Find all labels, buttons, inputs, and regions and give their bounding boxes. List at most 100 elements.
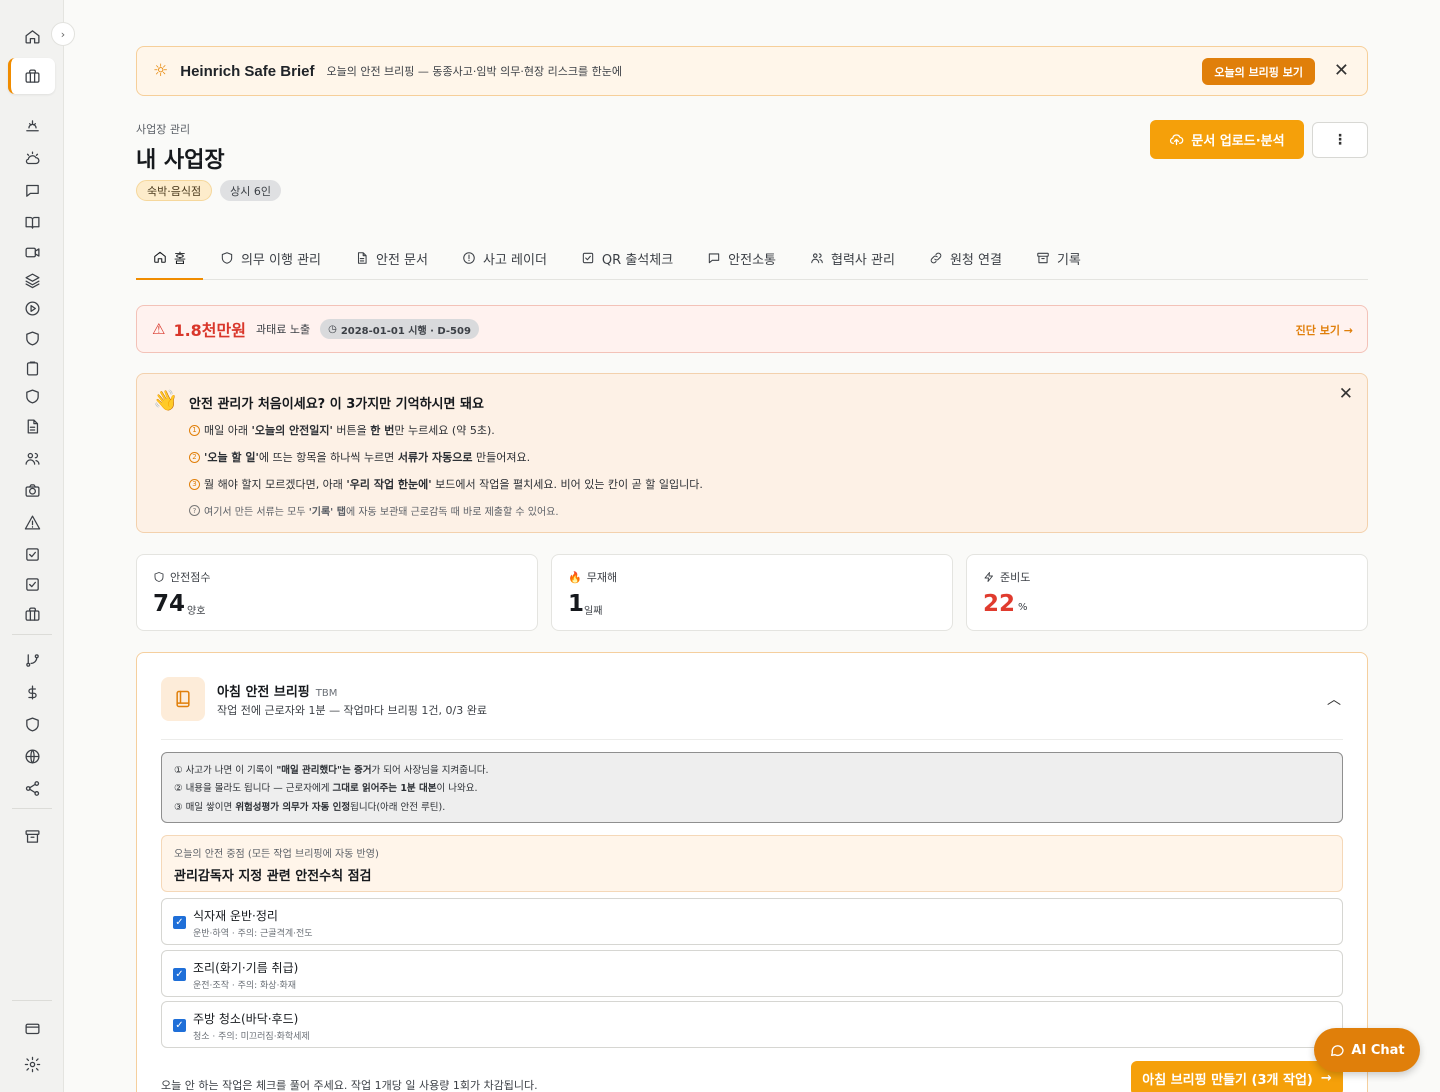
upload-button-label: 문서 업로드·분석 [1191,134,1285,149]
safety-focus-box: 오늘의 안전 중점 (모든 작업 브리핑에 자동 반영) 관리감독자 지정 관련… [161,835,1343,892]
task-item[interactable]: ✓ 조리(화기·기름 취급) 운전·조작 · 주의: 화상·화재 [161,950,1343,997]
stat-label: 무재해 [586,571,618,584]
ai-chat-label: AI Chat [1351,1042,1405,1058]
sidebar-collapse-button[interactable]: › [51,22,75,46]
stat-value: 74 [153,591,186,617]
workplace-tags: 숙박·음식점 상시 6인 [136,180,281,201]
globe-icon[interactable] [20,744,44,768]
onboarding-step: 2 '오늘 할 일'에 뜨는 항목을 하나씩 누르면 서류가 자동으로 만들어져… [189,449,530,465]
step-number: 3 [189,478,200,490]
alert-circle-icon [463,252,475,264]
briefing-info-box: ① 사고가 나면 이 기록이 "매일 관리했다"는 증거가 되어 사장님을 지켜… [161,752,1343,823]
video-icon[interactable] [20,240,44,264]
users-icon [811,253,823,264]
task-name: 조리(화기·기름 취급) [193,961,299,975]
task-checkbox[interactable]: ✓ [173,1019,186,1032]
tab-home[interactable]: 홈 [136,236,203,280]
share-icon[interactable] [20,776,44,800]
tab-qr-attendance[interactable]: QR 출석체크 [564,236,690,280]
check-square-icon[interactable] [20,572,44,596]
divider [161,739,1343,740]
onboarding-note: ? 여기서 만든 서류는 모두 '기록' 탭에 자동 보관돼 근로감독 때 바로… [189,503,559,518]
check-square-icon[interactable] [20,542,44,566]
deadline-pill: ◷ 2028-01-01 시행 · D-509 [320,319,479,339]
industry-tag: 숙박·음식점 [136,180,213,201]
message-icon [708,253,720,264]
safety-score-card[interactable]: 안전점수 74 양호 [136,554,538,631]
readiness-card[interactable]: 준비도 22 % [966,554,1368,631]
gear-icon[interactable] [20,1052,44,1076]
accident-free-card[interactable]: 🔥 무재해 1 일째 [551,554,953,631]
upload-analyze-button[interactable]: 문서 업로드·분석 [1150,120,1304,159]
task-checkbox[interactable]: ✓ [173,968,186,981]
shield-icon [154,572,164,582]
tab-safety-communication[interactable]: 안전소통 [690,236,793,280]
dollar-icon[interactable] [20,680,44,704]
git-branch-icon[interactable] [20,648,44,672]
tab-label: 안전 문서 [376,252,428,268]
document-icon [357,252,367,264]
create-briefing-button[interactable]: 아침 브리핑 만들기 (3개 작업) → [1131,1061,1343,1092]
waving-hand-icon: 👋 [153,388,178,412]
credit-card-icon[interactable] [20,1016,44,1040]
briefing-subtitle: 작업 전에 근로자와 1분 — 작업마다 브리핑 1건, 0/3 완료 [217,704,487,717]
stat-value: 22 [983,591,1016,617]
onboarding-title: 안전 관리가 처음이세요? 이 3가지만 기억하시면 돼요 [189,397,484,412]
task-name: 주방 청소(바닥·후드) [193,1012,299,1026]
layers-icon[interactable] [20,268,44,292]
document-icon[interactable] [20,414,44,438]
camera-icon[interactable] [20,478,44,502]
view-briefing-button[interactable]: 오늘의 브리핑 보기 [1202,58,1315,85]
view-diagnosis-link[interactable]: 진단 보기 → [1296,322,1353,338]
chevron-up-icon[interactable]: ︿ [1327,689,1341,709]
ai-chat-button[interactable]: AI Chat [1314,1028,1420,1072]
sunrise-icon[interactable] [20,114,44,138]
more-options-button[interactable]: ⋮ [1312,122,1368,158]
play-circle-icon[interactable] [20,296,44,320]
cloud-sun-icon[interactable] [20,146,44,170]
sidebar: › [0,0,75,1092]
task-item[interactable]: ✓ 주방 청소(바닥·후드) 청소 · 주의: 미끄러짐·화학세제 [161,1001,1343,1048]
task-meta: 청소 · 주의: 미끄러짐·화학세제 [193,1032,310,1042]
shield-icon[interactable] [20,326,44,350]
close-icon[interactable]: ✕ [1339,384,1353,404]
focus-label: 오늘의 안전 중점 (모든 작업 브리핑에 자동 반영) [174,849,379,860]
brief-banner: ☼ Heinrich Safe Brief 오늘의 안전 브리핑 — 동종사고·… [136,46,1368,96]
tab-obligations[interactable]: 의무 이행 관리 [203,236,338,280]
stat-unit: 양호 [187,606,206,617]
chat-bubble-icon [1331,1045,1345,1056]
briefcase-icon[interactable] [20,602,44,626]
lightning-icon [984,572,993,582]
archive-icon[interactable] [20,824,44,848]
focus-text: 관리감독자 지정 관련 안전수칙 점검 [174,869,372,884]
breadcrumb[interactable]: 사업장 관리 [136,121,190,137]
book-icon[interactable] [20,210,44,234]
sun-icon: ☼ [153,61,169,81]
penalty-label: 과태료 노출 [255,323,311,336]
task-checkbox[interactable]: ✓ [173,916,186,929]
clipboard-icon[interactable] [20,356,44,380]
tab-contractor-link[interactable]: 원청 연결 [912,236,1019,280]
tab-partners[interactable]: 협력사 관리 [793,236,912,280]
tab-label: 기록 [1056,252,1081,268]
tab-accident-radar[interactable]: 사고 레이더 [445,236,564,280]
info-line: ① 사고가 나면 이 기록이 "매일 관리했다"는 증거가 되어 사장님을 지켜… [174,765,489,776]
shield-icon[interactable] [20,384,44,408]
stat-value: 1 [568,591,585,617]
shield-icon[interactable] [20,712,44,736]
message-icon[interactable] [20,178,44,202]
clock-icon: ◷ [328,323,337,335]
stat-unit: % [1018,602,1028,613]
sidebar-divider [12,1000,52,1001]
tab-label: 의무 이행 관리 [240,252,321,268]
task-item[interactable]: ✓ 식자재 운반·정리 운반·하역 · 주의: 근골격계·전도 [161,898,1343,945]
tab-documents[interactable]: 안전 문서 [338,236,445,280]
tab-records[interactable]: 기록 [1019,236,1098,280]
warning-icon[interactable] [20,510,44,534]
users-icon[interactable] [20,446,44,470]
flame-icon: 🔥 [568,570,582,584]
briefcase-icon[interactable] [20,64,44,88]
close-icon[interactable]: ✕ [1334,60,1349,81]
home-icon[interactable] [20,24,44,48]
briefing-code: TBM [315,688,338,699]
